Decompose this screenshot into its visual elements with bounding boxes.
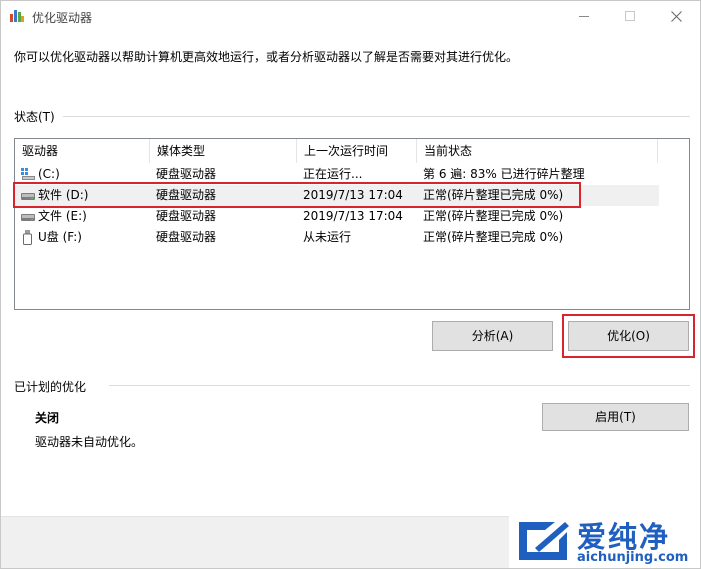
hard-drive-icon xyxy=(21,211,35,223)
last-run-time: 从未运行 xyxy=(303,230,352,244)
drive-name: 文件 (E:) xyxy=(38,209,87,223)
minimize-button[interactable] xyxy=(561,1,607,31)
scheduled-group-label: 已计划的优化 xyxy=(14,380,87,394)
maximize-icon xyxy=(625,11,635,21)
last-run-time: 2019/7/13 17:04 xyxy=(303,209,403,223)
usb-drive-icon xyxy=(23,230,37,245)
current-status: 正常(碎片整理已完成 0%) xyxy=(423,230,564,244)
drives-list-header: 驱动器 媒体类型 上一次运行时间 当前状态 xyxy=(15,139,689,163)
current-status: 正常(碎片整理已完成 0%) xyxy=(423,209,564,223)
media-type: 硬盘驱动器 xyxy=(156,209,217,223)
drive-row-f[interactable]: U盘 (F:) 硬盘驱动器 从未运行 正常(碎片整理已完成 0%) xyxy=(15,227,659,248)
schedule-state-text: 驱动器未自动优化。 xyxy=(35,435,144,449)
drive-row-e[interactable]: 文件 (E:) 硬盘驱动器 2019/7/13 17:04 正常(碎片整理已完成… xyxy=(15,206,659,227)
highlight-drive-row xyxy=(13,182,581,208)
column-current-status[interactable]: 当前状态 xyxy=(417,139,658,163)
description-text: 你可以优化驱动器以帮助计算机更高效地运行，或者分析驱动器以了解是否需要对其进行优… xyxy=(14,50,519,64)
defrag-app-icon xyxy=(10,10,24,22)
system-drive-icon xyxy=(21,168,35,180)
highlight-optimize-button xyxy=(562,314,695,358)
drives-list[interactable]: 驱动器 媒体类型 上一次运行时间 当前状态 (C:) 硬盘驱动器 正在运行...… xyxy=(14,138,690,310)
drive-name: U盘 (F:) xyxy=(38,230,82,244)
enable-button[interactable]: 启用(T) xyxy=(542,403,689,431)
status-group-label: 状态(T) xyxy=(14,110,55,124)
status-divider xyxy=(63,116,690,117)
column-media-type[interactable]: 媒体类型 xyxy=(150,139,297,163)
schedule-state-title: 关闭 xyxy=(35,411,60,425)
watermark-logo-icon xyxy=(519,522,569,560)
close-icon xyxy=(670,10,682,22)
analyze-button[interactable]: 分析(A) xyxy=(432,321,553,351)
optimize-drives-window: 优化驱动器 你可以优化驱动器以帮助计算机更高效地运行，或者分析驱动器以了解是否需… xyxy=(0,0,701,569)
title-bar[interactable]: 优化驱动器 xyxy=(1,1,700,31)
watermark-url: aichunjing.com xyxy=(577,550,689,565)
column-last-run[interactable]: 上一次运行时间 xyxy=(297,139,417,163)
scheduled-divider xyxy=(109,385,690,386)
window-title: 优化驱动器 xyxy=(32,11,93,25)
maximize-button[interactable] xyxy=(607,1,653,31)
close-button[interactable] xyxy=(653,1,699,31)
minimize-icon xyxy=(579,15,589,17)
watermark: 爱纯净 aichunjing.com xyxy=(509,514,700,568)
media-type: 硬盘驱动器 xyxy=(156,230,217,244)
column-drive[interactable]: 驱动器 xyxy=(15,139,150,163)
